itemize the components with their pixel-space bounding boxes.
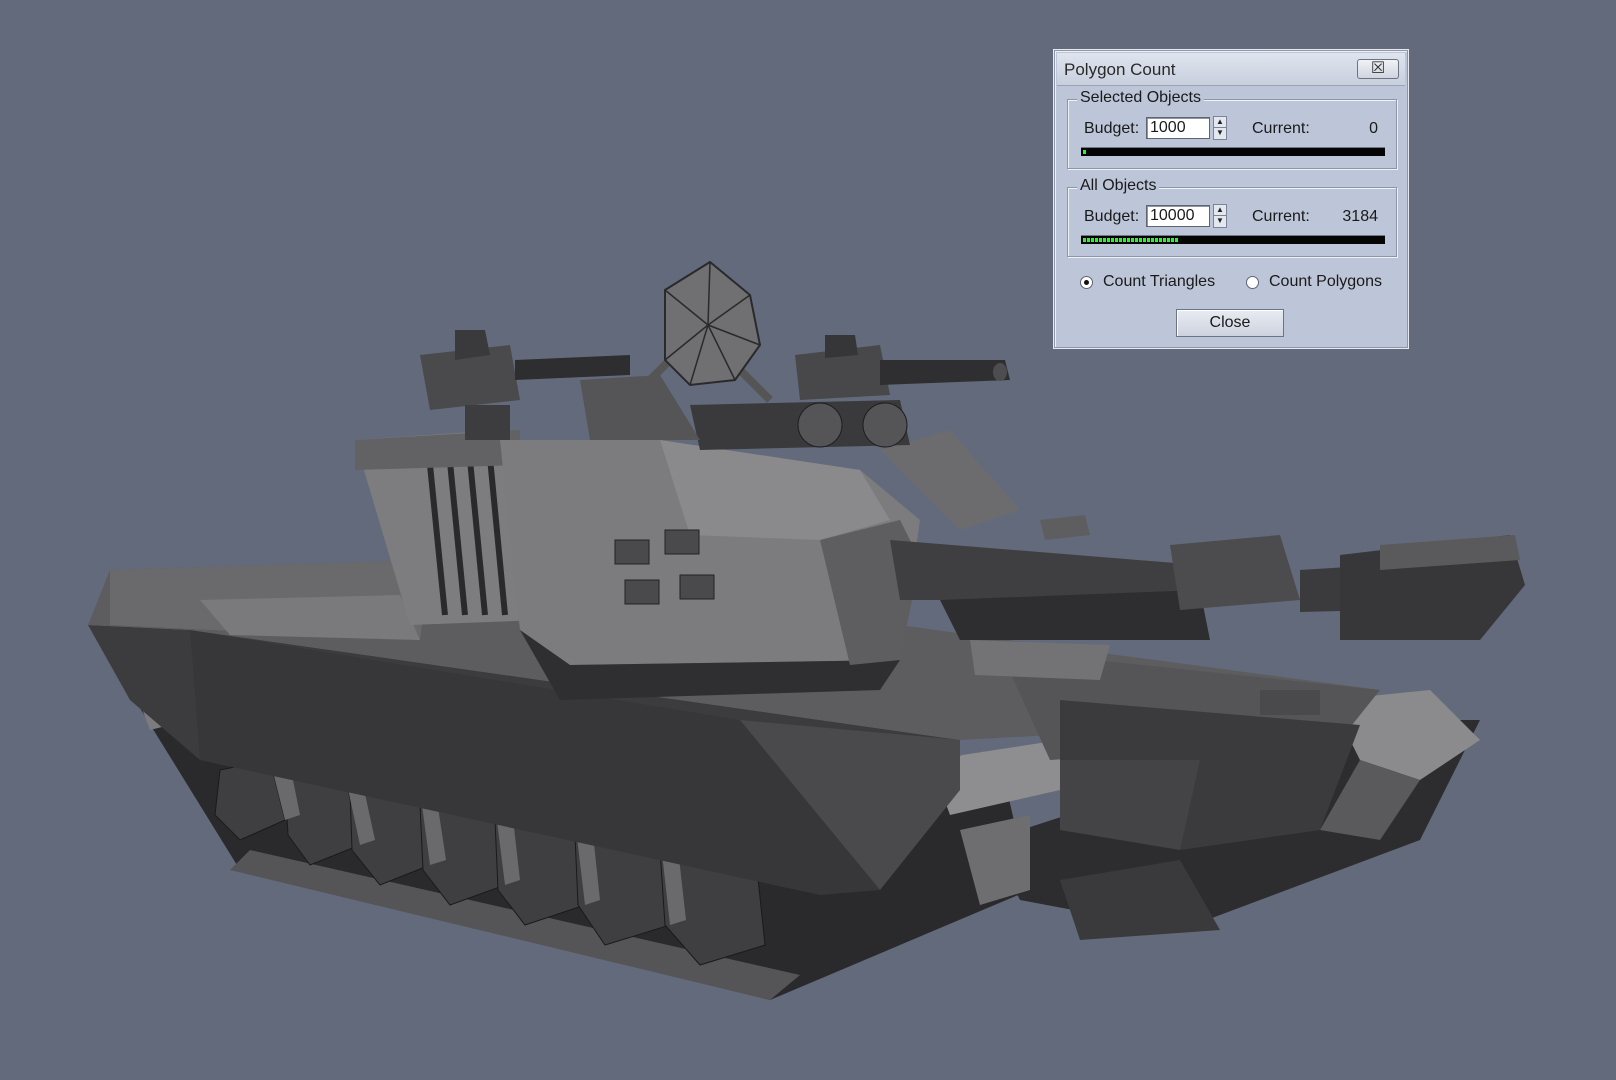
all-budget-spinner[interactable]: ▲ ▼ xyxy=(1213,204,1227,228)
polygon-count-dialog: Polygon Count ☒ Selected Objects Budget:… xyxy=(1054,50,1408,348)
spinner-down-icon[interactable]: ▼ xyxy=(1214,216,1226,227)
close-icon[interactable]: ☒ xyxy=(1357,59,1399,79)
count-triangles-radio[interactable] xyxy=(1080,276,1093,289)
spinner-down-icon[interactable]: ▼ xyxy=(1214,128,1226,139)
all-current-label: Current: xyxy=(1252,208,1310,225)
count-triangles-label[interactable]: Count Triangles xyxy=(1103,273,1215,291)
selected-budget-spinner[interactable]: ▲ ▼ xyxy=(1213,116,1227,140)
count-polygons-radio[interactable] xyxy=(1246,276,1259,289)
close-button[interactable]: Close xyxy=(1176,309,1284,337)
selected-progress-fill xyxy=(1083,150,1087,154)
selected-objects-label: Selected Objects xyxy=(1077,89,1204,107)
all-objects-group: All Objects Budget: 10000 ▲ ▼ Current: 3… xyxy=(1067,177,1397,257)
selected-budget-label: Budget: xyxy=(1084,120,1140,137)
all-current-value: 3184 xyxy=(1342,208,1378,225)
count-polygons-label[interactable]: Count Polygons xyxy=(1269,273,1382,291)
selected-budget-input[interactable]: 1000 xyxy=(1146,117,1210,139)
selected-current-label: Current: xyxy=(1252,120,1310,137)
all-objects-label: All Objects xyxy=(1077,177,1160,195)
selected-current-value: 0 xyxy=(1369,120,1378,137)
selected-objects-group: Selected Objects Budget: 1000 ▲ ▼ Curren… xyxy=(1067,89,1397,169)
selected-progress-bar xyxy=(1081,147,1385,156)
all-progress-bar xyxy=(1081,235,1385,244)
all-progress-fill xyxy=(1083,238,1179,242)
all-budget-input[interactable]: 10000 xyxy=(1146,205,1210,227)
spinner-up-icon[interactable]: ▲ xyxy=(1214,117,1226,128)
dialog-title: Polygon Count xyxy=(1064,60,1176,79)
dialog-titlebar[interactable]: Polygon Count ☒ xyxy=(1057,53,1405,86)
all-budget-label: Budget: xyxy=(1084,208,1140,225)
spinner-up-icon[interactable]: ▲ xyxy=(1214,205,1226,216)
